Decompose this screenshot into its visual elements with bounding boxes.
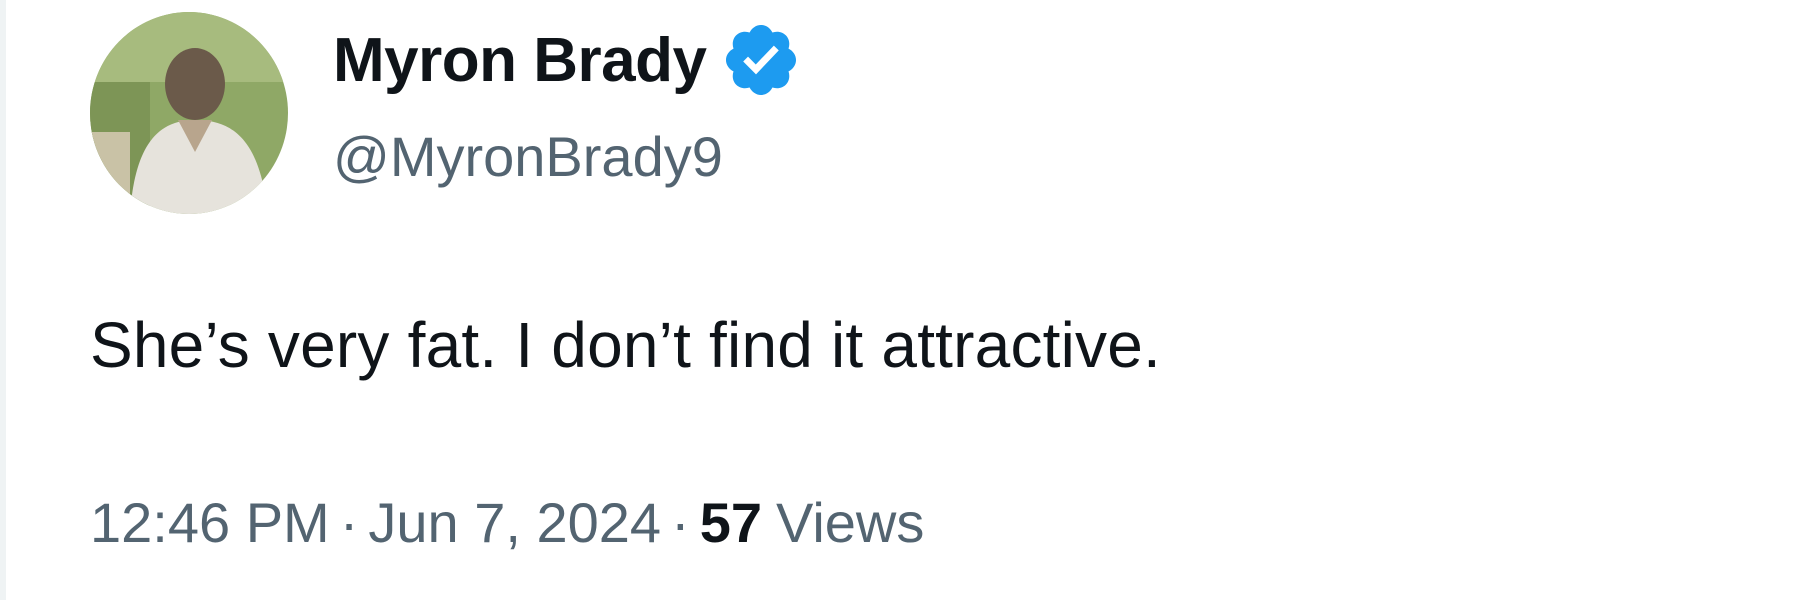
author-name-row: Myron Brady — [333, 20, 802, 100]
tweet-meta: 12:46 PM · Jun 7, 2024 · 57 Views — [90, 490, 924, 555]
verified-badge-icon — [720, 19, 802, 101]
tweet-text: She’s very fat. I don’t find it attracti… — [90, 309, 1162, 381]
meta-separator: · — [671, 491, 690, 554]
tweet-date[interactable]: Jun 7, 2024 — [368, 490, 661, 555]
author-handle[interactable]: @MyronBrady9 — [333, 124, 723, 189]
views-label: Views — [776, 491, 925, 554]
timeline-left-border — [0, 0, 6, 600]
avatar[interactable] — [90, 12, 288, 214]
avatar-photo — [90, 12, 288, 214]
meta-separator: · — [339, 491, 359, 554]
author-display-name[interactable]: Myron Brady — [333, 25, 707, 96]
views-count: 57 — [699, 491, 762, 554]
tweet-time[interactable]: 12:46 PM — [90, 490, 330, 555]
tweet: Myron Brady @MyronBrady9 She’s very fat.… — [90, 0, 1780, 600]
